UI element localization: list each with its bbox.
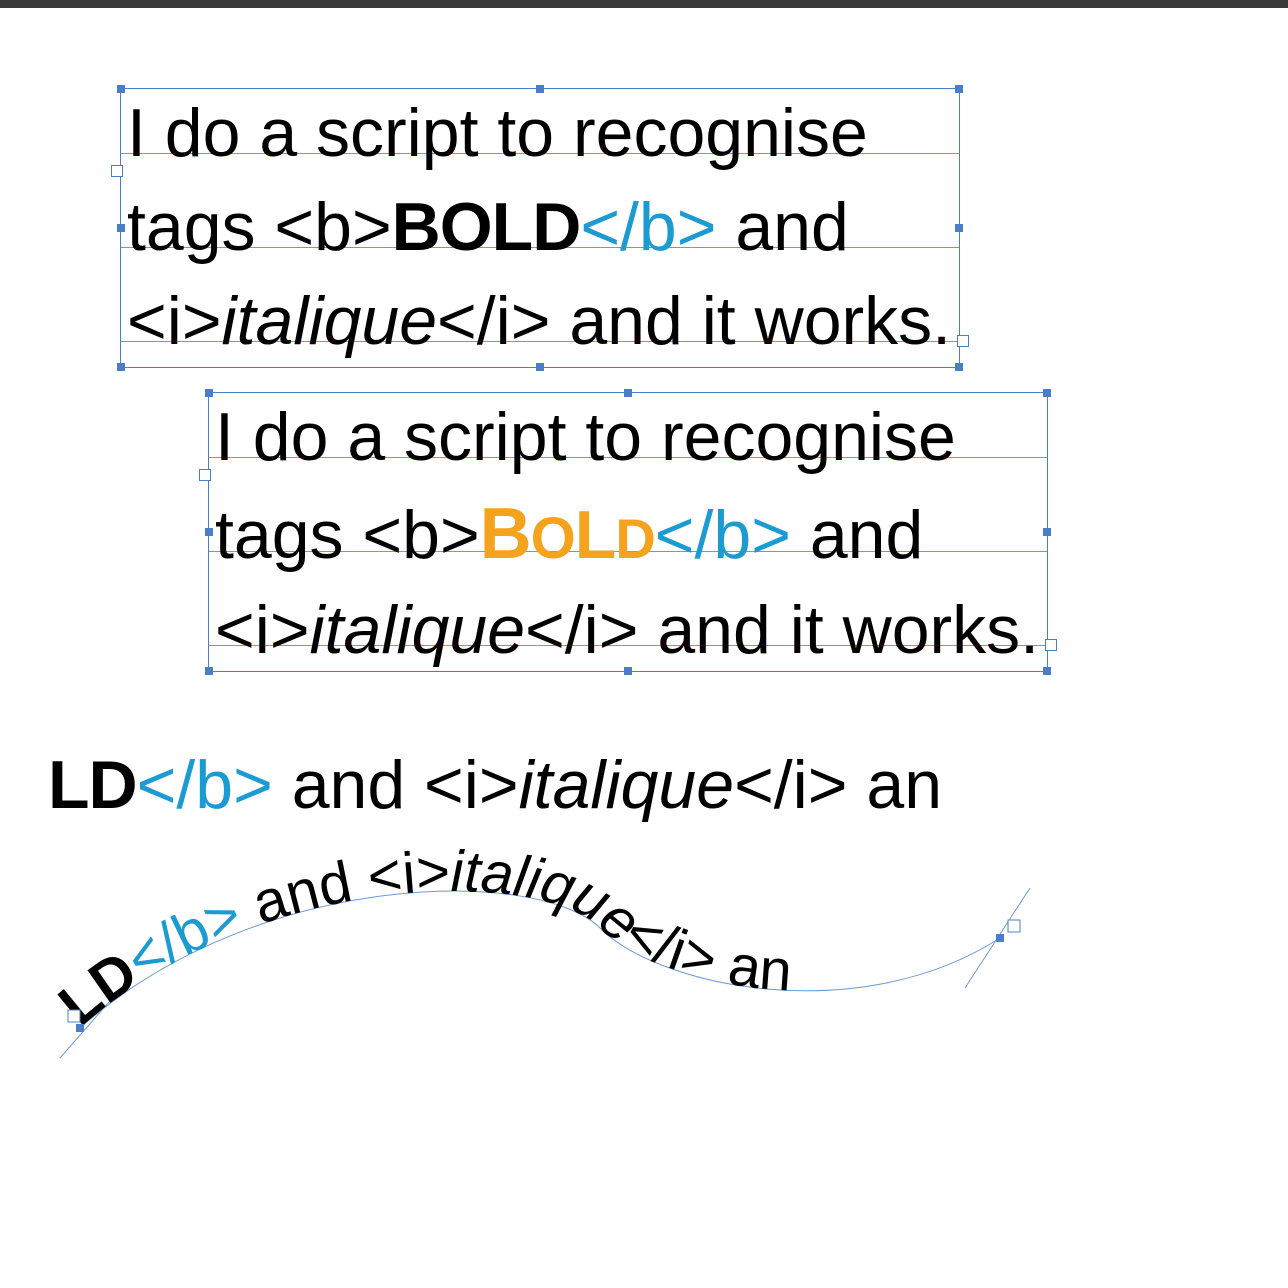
text-segment: and it works. [638, 592, 1039, 668]
path-text-content: LD</b> and <i>italique</i> an [47, 839, 794, 1038]
selection-handle[interactable] [117, 224, 125, 232]
text-segment: and it works. [550, 283, 951, 359]
bold-fragment: LD [48, 747, 137, 823]
selection-handle[interactable] [117, 363, 125, 371]
out-port[interactable] [1045, 639, 1057, 651]
text-line-straight[interactable]: LD</b> and <i>italique</i> an [48, 746, 942, 824]
selection-handle[interactable] [205, 389, 213, 397]
selection-handle[interactable] [624, 667, 632, 675]
selection-handle[interactable] [1043, 389, 1051, 397]
selection-handle[interactable] [1043, 528, 1051, 536]
selection-handle[interactable] [117, 85, 125, 93]
selection-handle[interactable] [536, 363, 544, 371]
italic-tag-open: <i> [127, 283, 222, 359]
text-segment: and [273, 747, 424, 823]
app-titlebar [0, 0, 1288, 8]
bold-tag-open: <b> [362, 497, 479, 573]
selection-handle[interactable] [624, 389, 632, 397]
selection-handle[interactable] [536, 85, 544, 93]
bold-tag-close: </b> [655, 497, 791, 573]
selection-handle[interactable] [955, 363, 963, 371]
bold-word: BOLD [392, 189, 581, 265]
in-port[interactable] [199, 469, 211, 481]
text-on-path[interactable]: LD</b> and <i>italique</i> an [40, 828, 1040, 1088]
text-frame-1[interactable]: I do a script to recognise tags <b>BOLD<… [120, 88, 960, 368]
text-segment: tags [215, 497, 362, 573]
italic-tag-close: </i> [525, 592, 638, 668]
text-segment: an [848, 747, 943, 823]
bold-word-orange: BOLD [480, 497, 655, 573]
text-segment: and [791, 497, 923, 573]
italic-tag-open: <i> [424, 747, 519, 823]
path-anchor[interactable] [76, 1024, 84, 1032]
italic-word: italique [519, 747, 735, 823]
italic-word: italique [222, 283, 438, 359]
selection-handle[interactable] [205, 667, 213, 675]
italic-word: italique [310, 592, 526, 668]
selection-handle[interactable] [955, 85, 963, 93]
text-frame-1-content[interactable]: I do a script to recognise tags <b>BOLD<… [127, 87, 953, 368]
italic-tag-close: </i> [734, 747, 847, 823]
document-canvas[interactable]: I do a script to recognise tags <b>BOLD<… [0, 8, 1288, 1288]
path-in-port[interactable] [68, 1010, 80, 1022]
text-segment: and [716, 189, 848, 265]
path-out-port[interactable] [1008, 920, 1020, 932]
bold-tag-open: <b> [274, 189, 391, 265]
out-port[interactable] [957, 335, 969, 347]
path-anchor[interactable] [996, 934, 1004, 942]
text-frame-2[interactable]: I do a script to recognise tags <b>BOLD<… [208, 392, 1048, 672]
text-segment: I do a script to recognise [215, 399, 956, 475]
bold-tag-close: </b> [137, 747, 273, 823]
selection-handle[interactable] [955, 224, 963, 232]
italic-tag-close: </i> [437, 283, 550, 359]
selection-handle[interactable] [1043, 667, 1051, 675]
italic-tag-open: <i> [215, 592, 310, 668]
text-segment: I do a script to recognise [127, 95, 868, 171]
bold-tag-close: </b> [580, 189, 716, 265]
in-port[interactable] [111, 165, 123, 177]
selection-handle[interactable] [205, 528, 213, 536]
text-frame-2-content[interactable]: I do a script to recognise tags <b>BOLD<… [215, 391, 1041, 678]
text-segment: tags [127, 189, 274, 265]
